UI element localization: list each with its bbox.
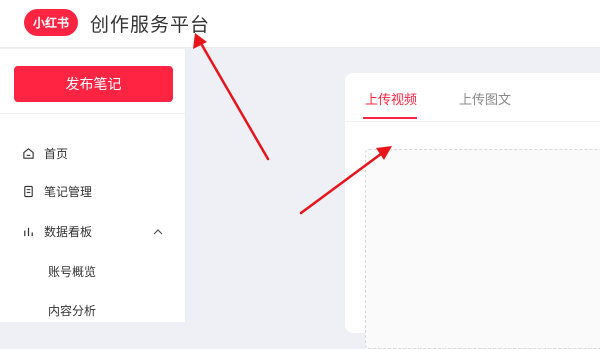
sidebar-item-label: 数据看板 — [44, 224, 93, 239]
note-icon — [24, 185, 33, 197]
sidebar-item-label: 首页 — [44, 146, 69, 161]
top-header: 小红书 创作服务平台 — [0, 0, 600, 48]
home-icon — [23, 147, 34, 159]
publish-note-button[interactable]: 发布笔记 — [14, 66, 173, 102]
tab-upload-video[interactable]: 上传视频 — [365, 89, 417, 108]
sidebar-subitem-account-overview[interactable]: 账号概览 — [48, 263, 96, 280]
sidebar-divider — [0, 113, 186, 114]
sidebar: 发布笔记 首页 笔记管理 数据看板 账号概览 内容分析 — [0, 49, 186, 322]
upload-panel: 上传视频 上传图文 — [345, 73, 600, 349]
tabs-divider — [345, 121, 600, 122]
chevron-up-icon[interactable] — [152, 226, 164, 238]
sidebar-item-home[interactable]: 首页 — [22, 143, 68, 163]
annotation-arrow-to-title — [193, 33, 270, 161]
platform-title: 创作服务平台 — [90, 14, 211, 36]
tab-upload-image-text[interactable]: 上传图文 — [459, 89, 511, 108]
sidebar-subitem-content-analysis[interactable]: 内容分析 — [48, 302, 96, 319]
sidebar-item-data-dashboard[interactable]: 数据看板 — [22, 221, 92, 241]
bar-chart-icon — [24, 227, 33, 236]
sidebar-item-label: 笔记管理 — [44, 184, 93, 199]
active-tab-indicator — [363, 117, 417, 119]
xiaohongshu-logo[interactable]: 小红书 — [24, 9, 78, 36]
upload-dropzone[interactable] — [365, 149, 600, 349]
sidebar-item-note-management[interactable]: 笔记管理 — [22, 181, 92, 201]
